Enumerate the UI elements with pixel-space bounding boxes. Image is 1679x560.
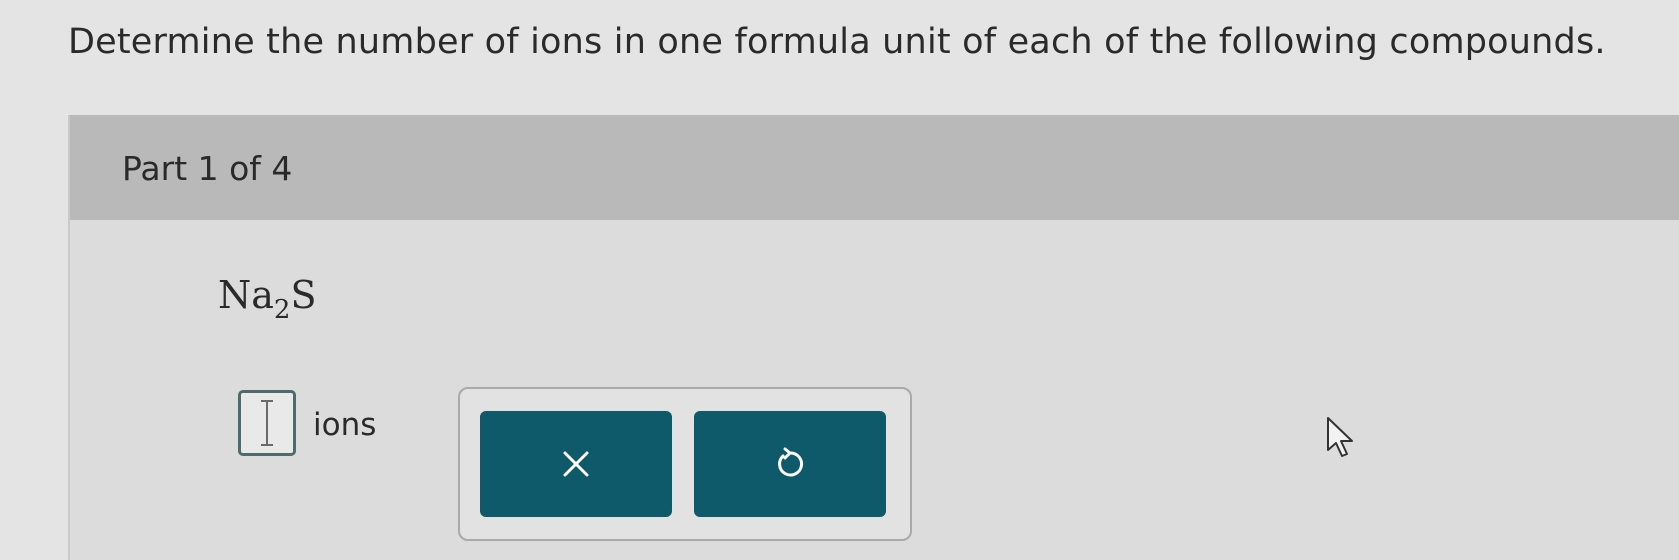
formula-anion: S	[290, 273, 317, 317]
clear-button[interactable]	[480, 411, 672, 517]
undo-icon	[778, 447, 804, 477]
part-panel: Part 1 of 4 Na2S ions	[68, 115, 1679, 560]
undo-button[interactable]	[694, 411, 886, 517]
x-icon	[563, 451, 589, 477]
unit-label: ions	[313, 407, 377, 443]
formula-cation: Na	[218, 273, 274, 317]
part-label: Part 1 of 4	[122, 149, 293, 188]
text-cursor-icon	[261, 400, 273, 446]
compound-formula: Na2S	[218, 273, 317, 325]
part-header: Part 1 of 4	[70, 115, 1679, 220]
mouse-pointer-icon	[1327, 417, 1353, 457]
question-prompt: Determine the number of ions in one form…	[68, 22, 1606, 62]
answer-actions	[458, 387, 912, 541]
formula-subscript: 2	[273, 295, 291, 325]
